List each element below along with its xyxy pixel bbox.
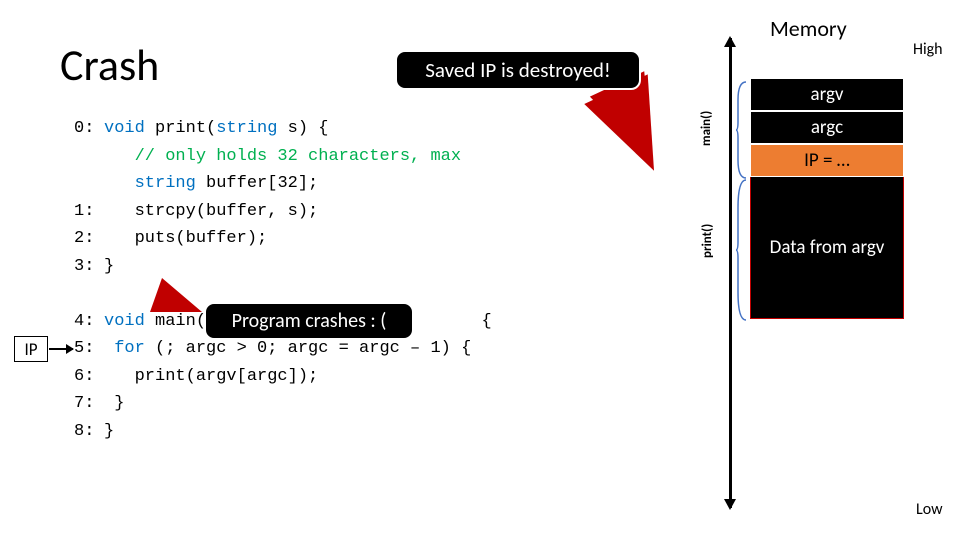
brace-main-icon bbox=[736, 80, 748, 180]
line-num: 4: bbox=[74, 308, 104, 336]
line-num: 2: bbox=[74, 225, 104, 253]
code-text: puts(buffer); bbox=[135, 229, 268, 248]
code-text: s) { bbox=[277, 119, 328, 138]
brace-label-main: main() bbox=[699, 111, 714, 146]
code-text: print( bbox=[145, 119, 216, 138]
kw: void bbox=[104, 312, 145, 331]
memory-axis bbox=[729, 38, 732, 508]
brace-label-print: print() bbox=[700, 224, 715, 258]
label-high: High bbox=[913, 40, 943, 59]
callout-crash: Program crashes : ( bbox=[204, 302, 414, 340]
line-num: 5: bbox=[74, 335, 104, 363]
kw: string bbox=[135, 174, 196, 193]
code-text: } bbox=[104, 422, 114, 441]
comment: // only holds 32 characters, max bbox=[135, 147, 461, 166]
memory-stack: argv argc IP = … Data from argv bbox=[750, 78, 904, 319]
code-text: (; argc > 0; argc = argc – 1) { bbox=[145, 339, 471, 358]
line-num: 6: bbox=[74, 363, 104, 391]
code-text: print(argv[argc]); bbox=[135, 367, 319, 386]
code-text: buffer[32]; bbox=[196, 174, 318, 193]
line-num: 3: bbox=[74, 253, 104, 281]
memory-heading: Memory bbox=[770, 15, 847, 42]
callout-saved-ip: Saved IP is destroyed! bbox=[395, 50, 641, 90]
code-text: } bbox=[104, 257, 114, 276]
stack-cell-argv: argv bbox=[750, 78, 904, 111]
line-num: 8: bbox=[74, 418, 104, 446]
stack-cell-argc: argc bbox=[750, 111, 904, 144]
kw: string bbox=[216, 119, 277, 138]
callout-pointer-2 bbox=[150, 278, 202, 312]
line-num: 1: bbox=[74, 198, 104, 226]
kw: for bbox=[114, 339, 145, 358]
stack-cell-ip: IP = … bbox=[750, 144, 904, 177]
line-num: 0: bbox=[74, 115, 104, 143]
code-text: } bbox=[114, 394, 124, 413]
code-text: strcpy(buffer, s); bbox=[135, 202, 319, 221]
ip-arrow-icon bbox=[49, 348, 73, 350]
slide-title: Crash bbox=[60, 38, 159, 92]
code-listing: 0:void print(string s) { // only holds 3… bbox=[74, 115, 492, 445]
ip-pointer-box: IP bbox=[14, 336, 48, 362]
stack-cell-data: Data from argv bbox=[750, 177, 904, 319]
kw: void bbox=[104, 119, 145, 138]
label-low: Low bbox=[916, 500, 943, 519]
brace-print-icon bbox=[736, 178, 748, 322]
code-text: { bbox=[471, 312, 491, 331]
line-num: 7: bbox=[74, 390, 104, 418]
